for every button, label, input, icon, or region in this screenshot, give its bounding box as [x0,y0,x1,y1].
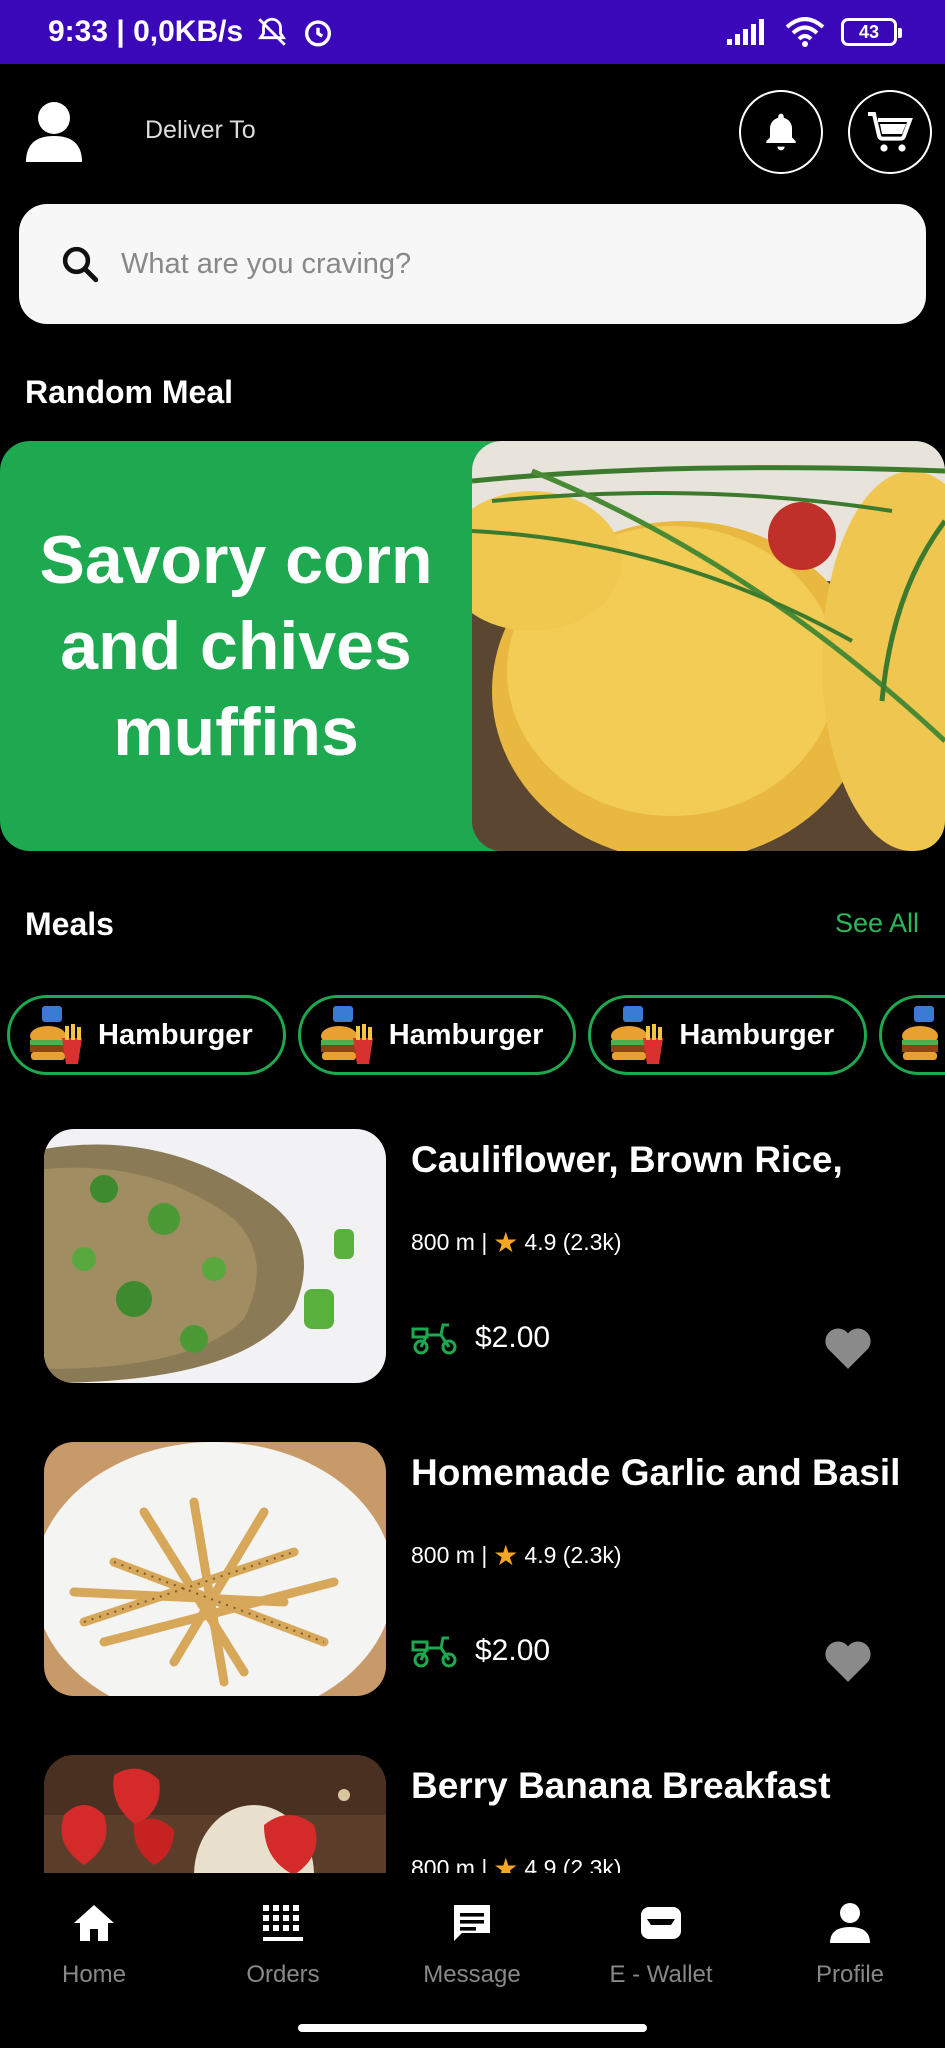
nav-wallet[interactable]: E - Wallet [586,1899,736,1989]
category-chip[interactable]: Hamburger [7,995,286,1075]
cart-icon [868,112,913,152]
meal-distance: 800 m | [411,1229,488,1255]
message-icon [454,1905,490,1941]
nav-label: Home [61,1961,127,1988]
status-left: 9:33 | 0,0KB/s [48,15,335,49]
berry-dish-image [44,1755,386,1873]
favorite-heart-icon[interactable] [822,1325,874,1371]
avatar-icon[interactable] [26,100,82,162]
random-meal-title: Random Meal [25,374,234,410]
meal-image [44,1129,386,1383]
chip-label: Hamburger [679,1018,835,1051]
favorite-heart-icon[interactable] [822,1638,874,1684]
nav-profile[interactable]: Profile [775,1899,925,1989]
search-input[interactable] [121,247,821,281]
rice-dish-image [44,1129,386,1383]
chip-label: Hamburger [388,1018,544,1051]
fries-dish-image [44,1442,386,1696]
category-chip[interactable] [879,995,945,1075]
category-chip[interactable]: Hamburger [588,995,868,1075]
alarm-clock-icon [305,20,332,47]
home-icon [74,1905,114,1941]
status-bar: 9:33 | 0,0KB/s 43 [0,0,945,64]
meal-card[interactable]: Cauliflower, Brown Rice, 800 m | ★ 4.9 (… [44,1129,924,1383]
bell-icon [766,113,796,151]
meal-rating: 4.9 (2.3k) [524,1542,622,1568]
star-icon: ★ [493,1853,519,1873]
category-chip[interactable]: Hamburger [297,995,577,1075]
meal-meta: 800 m | ★ 4.9 (2.3k) [411,1852,622,1873]
meal-card[interactable]: Berry Banana Breakfast 800 m | ★ 4.9 (2.… [44,1755,924,1873]
random-meal-banner[interactable]: Savory corn and chives muffins [0,441,945,851]
meal-price-row: $2.00 [411,1634,550,1668]
nav-label: E - Wallet [609,1961,713,1988]
muffins-image [472,441,945,851]
header: Deliver To [0,64,945,200]
status-time: 9:33 | 0,0KB/s [48,15,244,48]
meal-image [44,1442,386,1696]
battery-icon: 43 [841,18,902,46]
star-icon: ★ [493,1540,519,1571]
profile-icon [830,1903,870,1943]
bottom-nav: Home Orders Message E - Wallet Profile [0,1873,945,2048]
meal-distance: 800 m | [411,1855,488,1873]
meal-meta: 800 m | ★ 4.9 (2.3k) [411,1539,622,1572]
search-icon [62,246,99,283]
burger-fries-icon [902,1006,939,1060]
deliver-to-label[interactable]: Deliver To [145,116,256,145]
meal-price: $2.00 [475,1321,551,1354]
nav-label: Message [423,1961,521,1988]
meal-rating: 4.9 (2.3k) [524,1229,622,1255]
meals-title: Meals [25,906,114,942]
burger-fries-icon [320,1006,373,1064]
status-right: 43 [725,17,902,47]
burger-fries-icon [611,1006,664,1064]
meal-image [44,1755,386,1873]
meal-price: $2.00 [475,1634,551,1667]
nav-label: Profile [815,1961,885,1988]
home-indicator [298,2024,647,2032]
meal-card[interactable]: Homemade Garlic and Basil 800 m | ★ 4.9 … [44,1442,924,1696]
orders-icon [263,1905,303,1941]
signal-icon [727,19,764,45]
battery-level: 43 [858,21,880,42]
nav-label: Orders [246,1961,320,1988]
scooter-icon [411,1636,457,1668]
nav-orders[interactable]: Orders [208,1899,358,1989]
banner-title: Savory corn and chives muffins [39,522,433,770]
notifications-button[interactable] [739,90,823,174]
nav-home[interactable]: Home [19,1899,169,1989]
meal-rating: 4.9 (2.3k) [524,1855,622,1873]
wifi-icon [785,17,825,47]
nav-message[interactable]: Message [397,1899,547,1989]
chip-label: Hamburger [98,1018,253,1051]
cart-button[interactable] [848,90,932,174]
scooter-icon [411,1323,457,1355]
mute-alarm-icon [258,17,287,46]
star-icon: ★ [493,1227,519,1258]
meal-title: Cauliflower, Brown Rice, [411,1139,843,1180]
meal-distance: 800 m | [411,1542,488,1568]
meal-price-row: $2.00 [411,1321,550,1355]
banner-image [472,441,945,851]
wallet-icon [641,1907,681,1939]
category-chips: Hamburger Hamburger Hamburger [7,995,945,1077]
meal-meta: 800 m | ★ 4.9 (2.3k) [411,1226,622,1259]
search-bar[interactable] [19,204,926,324]
meal-title: Homemade Garlic and Basil [411,1452,901,1493]
meal-title: Berry Banana Breakfast [411,1765,831,1806]
burger-fries-icon [30,1006,82,1064]
see-all-link[interactable]: See All [835,908,919,939]
